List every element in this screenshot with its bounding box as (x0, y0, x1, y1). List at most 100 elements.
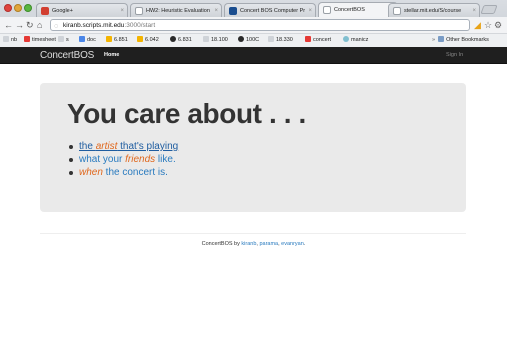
bookmark-label: 18.330 (276, 37, 293, 43)
bookmarks-bar: nb timesheet s doc 6.851 6.042 6.831 18.… (0, 33, 507, 47)
tab-concertbos[interactable]: ConcertBOS × (318, 2, 398, 17)
bookmark-6042[interactable]: 6.042 (137, 34, 159, 47)
footer-text: . (303, 241, 306, 247)
chevron-right-icon: » (432, 37, 436, 43)
bookmark-s[interactable]: s (58, 34, 69, 47)
page-icon (393, 7, 401, 15)
google-plus-icon (41, 7, 49, 15)
tab-stellar[interactable]: stellar.mit.edu/S/course × (388, 3, 480, 17)
page-icon (323, 6, 331, 14)
page-icon (58, 36, 64, 42)
page-icon (135, 7, 143, 15)
author-link-evanryan[interactable]: evanryan (281, 241, 304, 247)
tab-title: ConcertBOS (334, 7, 365, 13)
close-icon[interactable]: × (308, 4, 312, 17)
footer-divider (40, 233, 466, 234)
bookmark-6851[interactable]: 6.851 (106, 34, 128, 47)
bookmark-timesheet[interactable]: timesheet (24, 34, 56, 47)
bookmark-label: 6.851 (114, 37, 128, 43)
bookmark-label: nb (11, 37, 18, 43)
bookmark-label: 6.042 (145, 37, 159, 43)
item-text: the (79, 141, 96, 152)
hero-item-artist[interactable]: the artist that's playing (68, 140, 178, 153)
back-arrow-icon[interactable]: ← (4, 19, 13, 31)
page-icon (3, 36, 9, 42)
nav-home-link[interactable]: Home (104, 50, 119, 61)
close-icon[interactable]: × (120, 4, 124, 17)
reload-icon[interactable]: ↻ (26, 19, 34, 31)
site-brand[interactable]: ConcertBOS (40, 49, 94, 62)
bookmark-18100[interactable]: 18.100 (203, 34, 228, 47)
tab-concert-bos-computer[interactable]: Concert BOS Computer Pr × (224, 3, 316, 17)
bookmark-nb[interactable]: nb (3, 34, 17, 47)
bookmark-label: doc (87, 37, 96, 43)
minimize-window-button[interactable] (14, 4, 22, 12)
tab-hw2[interactable]: HW2: Heuristic Evaluation × (130, 3, 222, 17)
author-link-parama[interactable]: parama (259, 241, 278, 247)
tab-title: Google+ (52, 8, 73, 14)
bar-icon (305, 36, 311, 42)
item-text: that's playing (117, 141, 179, 152)
bookmark-18330[interactable]: 18.330 (268, 34, 293, 47)
wrench-icon[interactable]: ⚙ (494, 19, 502, 31)
globe-icon (343, 36, 349, 42)
hero-list: the artist that's playing what your frie… (68, 140, 178, 179)
tab-title: stellar.mit.edu/S/course (404, 8, 462, 14)
bookmark-6831[interactable]: 6.831 (170, 34, 192, 47)
circle-icon (170, 36, 176, 42)
sign-in-link[interactable]: Sign In (446, 50, 463, 61)
page-icon (268, 36, 274, 42)
bookmark-label: 6.831 (178, 37, 192, 43)
hero-item-friends: what your friends like. (68, 153, 178, 166)
circle-icon (238, 36, 244, 42)
folder-icon (438, 36, 445, 42)
page-icon (106, 36, 112, 42)
item-emphasis: artist (95, 141, 118, 152)
address-host: kiranb.scripts.mit.edu (63, 22, 125, 29)
bookmark-label: 18.100 (211, 37, 228, 43)
item-emphasis: friends (125, 154, 156, 165)
author-link-kiranb[interactable]: kiranb (241, 241, 256, 247)
page-icon (203, 36, 209, 42)
bookmark-label: manicz (351, 37, 369, 43)
item-text: the concert is. (102, 167, 168, 178)
tab-google-plus[interactable]: Google+ × (36, 3, 128, 17)
bookmark-concert[interactable]: concert (305, 34, 331, 47)
page-icon (137, 36, 143, 42)
address-bar[interactable]: ◌ kiranb.scripts.mit.edu:3000/start (50, 19, 470, 31)
document-icon (229, 7, 237, 15)
bookmark-label: 100C (246, 37, 260, 43)
bookmark-manicz[interactable]: manicz (343, 34, 368, 47)
footer-text: ConcertBOS by (201, 241, 242, 247)
browser-chrome: Google+ × HW2: Heuristic Evaluation × Co… (0, 0, 507, 47)
bookmark-star-icon[interactable]: ☆ (484, 19, 492, 31)
zoom-window-button[interactable] (24, 4, 32, 12)
browser-toolbar: ← → ↻ ⌂ ◌ kiranb.scripts.mit.edu:3000/st… (0, 17, 507, 33)
bookmark-label: timesheet (32, 37, 56, 43)
bookmark-100c[interactable]: 100C (238, 34, 259, 47)
close-icon[interactable]: × (472, 4, 476, 17)
bookmark-doc[interactable]: doc (79, 34, 96, 47)
other-bookmarks[interactable]: » Other Bookmarks (432, 34, 489, 47)
page-info-icon: ◌ (54, 23, 59, 30)
footer: ConcertBOS by kiranb, parama, evanryan. (0, 241, 507, 247)
tab-title: Concert BOS Computer Pr (240, 8, 306, 14)
new-tab-button[interactable] (480, 5, 498, 14)
close-icon[interactable]: × (214, 4, 218, 17)
hero-heading: You care about . . . (67, 98, 306, 129)
close-window-button[interactable] (4, 4, 12, 12)
home-icon[interactable]: ⌂ (37, 19, 42, 31)
tab-strip: Google+ × HW2: Heuristic Evaluation × Co… (0, 0, 507, 17)
site-navbar: ConcertBOS Home Sign In (0, 47, 507, 64)
item-emphasis: when (79, 167, 103, 178)
forward-arrow-icon[interactable]: → (15, 19, 24, 31)
tab-title: HW2: Heuristic Evaluation (146, 8, 210, 14)
bookmark-label: s (66, 37, 69, 43)
item-text: what your (79, 154, 126, 165)
document-icon (79, 36, 85, 42)
extension-icon[interactable]: ◢ (474, 19, 481, 31)
address-path: :3000/start (124, 22, 156, 29)
bar-icon (24, 36, 30, 42)
other-bookmarks-label: Other Bookmarks (446, 37, 489, 43)
hero-item-when: when the concert is. (68, 166, 178, 179)
